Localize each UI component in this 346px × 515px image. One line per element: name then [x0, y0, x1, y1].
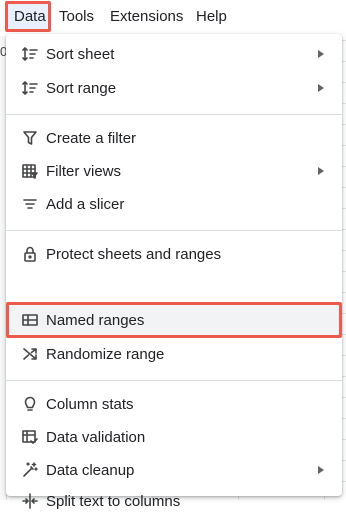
submenu-arrow-icon	[318, 167, 324, 175]
lightbulb-icon	[20, 394, 40, 414]
menu-item-data-cleanup[interactable]: Data cleanup	[6, 454, 342, 486]
submenu-arrow-icon	[318, 84, 324, 92]
menu-item-label: Data cleanup	[46, 461, 135, 479]
menu-divider	[6, 230, 342, 231]
menu-item-label: Column stats	[46, 395, 134, 413]
data-dropdown-menu: Sort sheet Sort range Create a filter Fi…	[6, 34, 342, 510]
filter-views-icon	[20, 161, 40, 181]
menu-divider	[6, 380, 342, 381]
menu-item-label: Sort sheet	[46, 45, 115, 63]
split-columns-icon	[20, 491, 40, 511]
menu-item-label: Randomize range	[46, 345, 165, 363]
menu-item-column-stats[interactable]: Column stats	[6, 388, 342, 420]
menu-item-sort-sheet[interactable]: Sort sheet	[6, 38, 342, 70]
menubar: Data Tools Extensions Help	[0, 0, 346, 36]
named-ranges-highlight-box	[6, 302, 342, 338]
menu-item-label: Filter views	[46, 162, 122, 180]
menu-divider	[6, 114, 342, 115]
menu-tools[interactable]: Tools	[53, 3, 100, 31]
lock-icon	[20, 244, 40, 264]
menu-item-add-slicer[interactable]: Add a slicer	[6, 188, 342, 220]
magic-wand-icon	[20, 460, 40, 480]
menu-help[interactable]: Help	[190, 3, 233, 31]
menu-item-data-validation[interactable]: Data validation	[6, 421, 342, 453]
menu-item-label: Create a filter	[46, 129, 137, 147]
submenu-arrow-icon	[318, 466, 324, 474]
filter-icon	[20, 128, 40, 148]
sort-icon	[20, 44, 40, 64]
sort-icon	[20, 78, 40, 98]
menu-item-split-text[interactable]: Split text to columns	[6, 487, 342, 515]
data-validation-icon	[20, 427, 40, 447]
menu-item-label: Add a slicer	[46, 195, 125, 213]
menu-item-label: Protect sheets and ranges	[46, 245, 222, 263]
menu-item-label: Data validation	[46, 428, 146, 446]
menu-item-sort-range[interactable]: Sort range	[6, 72, 342, 104]
menu-item-filter-views[interactable]: Filter views	[6, 155, 342, 187]
submenu-arrow-icon	[318, 50, 324, 58]
menu-item-randomize-range[interactable]: Randomize range	[6, 338, 342, 370]
menu-item-label: Sort range	[46, 79, 117, 97]
shuffle-icon	[20, 344, 40, 364]
menu-item-label: Split text to columns	[46, 492, 181, 510]
menu-item-create-filter[interactable]: Create a filter	[6, 122, 342, 154]
menu-item-protect-sheets[interactable]: Protect sheets and ranges	[6, 238, 342, 270]
data-menu-highlight-box	[5, 1, 51, 32]
menu-extensions[interactable]: Extensions	[104, 3, 189, 31]
slicer-icon	[20, 194, 40, 214]
